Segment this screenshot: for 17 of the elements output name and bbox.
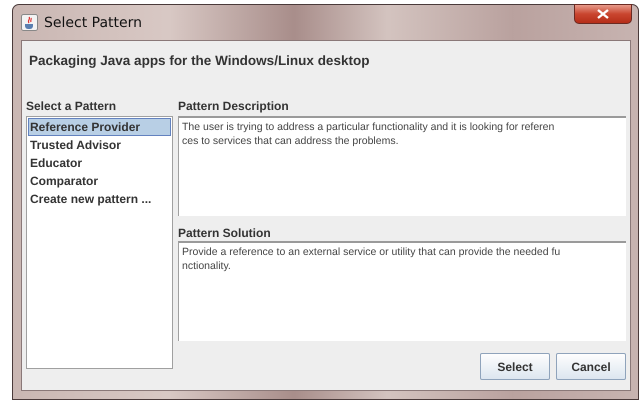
pattern-item[interactable]: Comparator	[28, 172, 171, 190]
pattern-item[interactable]: Create new pattern ...	[28, 190, 171, 208]
description-label: Pattern Description	[178, 99, 290, 115]
solution-label: Pattern Solution	[178, 226, 272, 241]
close-icon	[597, 9, 609, 19]
java-cup-icon	[21, 14, 38, 31]
list-label: Select a Pattern	[26, 99, 118, 115]
window-title: Select Pattern	[44, 14, 142, 30]
pattern-item[interactable]: Educator	[28, 154, 171, 172]
solution-area[interactable]: Provide a reference to an external service or utility that can provide the needed fu nctionality.	[178, 241, 626, 341]
dialog-heading: Packaging Java apps for the Windows/Linux desktop	[29, 53, 370, 68]
select-button[interactable]: Select	[480, 353, 550, 380]
pattern-item[interactable]: Reference Provider	[28, 118, 171, 136]
cancel-button[interactable]: Cancel	[556, 353, 626, 380]
close-button[interactable]	[574, 4, 632, 24]
pattern-item[interactable]: Trusted Advisor	[28, 136, 171, 154]
description-area[interactable]: The user is trying to address a particular functionality and it is looking for referen ces to services that can address the problems.	[178, 116, 626, 216]
